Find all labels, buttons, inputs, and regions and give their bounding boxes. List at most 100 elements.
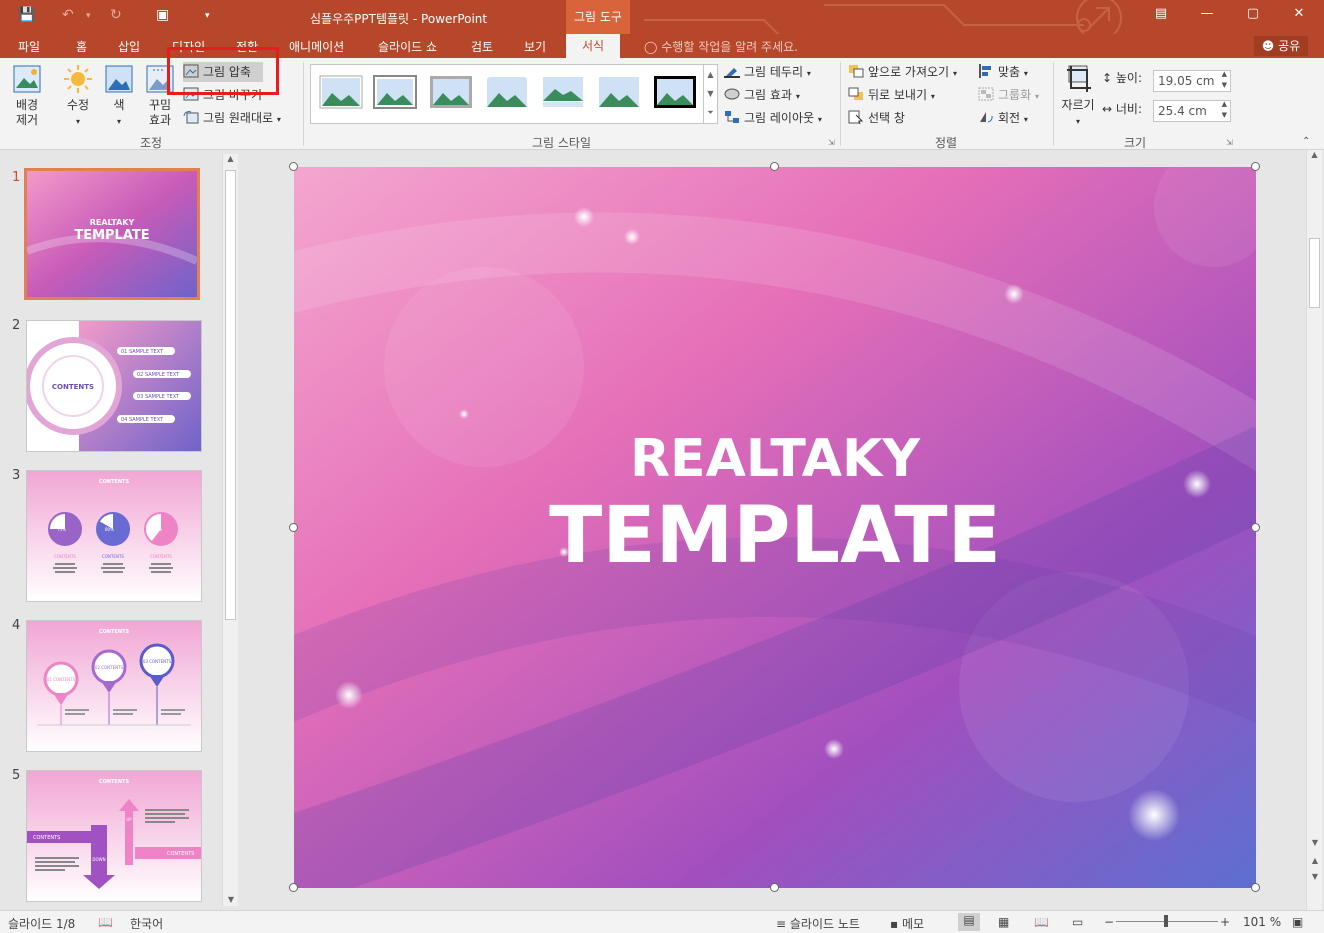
dialog-launcher-icon[interactable]: ⇲ — [1226, 138, 1233, 147]
zoom-in-button[interactable]: + — [1220, 915, 1230, 929]
style-thumb-3[interactable] — [429, 75, 473, 109]
resize-handle[interactable] — [770, 162, 779, 171]
scroll-thumb[interactable] — [1309, 238, 1320, 308]
next-slide-icon[interactable]: ▼ — [1307, 872, 1323, 881]
language[interactable]: 한국어 — [130, 915, 163, 932]
gallery-scroll[interactable]: ▲ ▼ ⏷ — [703, 65, 717, 123]
rotate-button[interactable]: 회전 ▾ — [978, 108, 1028, 128]
picture-effects-button[interactable]: 그림 효과 ▾ — [724, 85, 800, 105]
bring-forward-button[interactable]: 앞으로 가져오기 ▾ — [848, 62, 957, 82]
resize-handle[interactable] — [1251, 883, 1260, 892]
style-thumb-5[interactable] — [541, 75, 585, 109]
tab-home[interactable]: 홈 — [76, 38, 87, 55]
resize-handle[interactable] — [289, 523, 298, 532]
group-button[interactable]: 그룹화 ▾ — [978, 85, 1039, 105]
slideshow-view-icon[interactable]: ▭ — [1072, 915, 1083, 929]
editor-scrollbar[interactable]: ▲ ▼ ▲ ▼ — [1306, 150, 1322, 910]
scroll-down-icon[interactable]: ▼ — [1307, 838, 1323, 847]
height-input[interactable]: 19.05 cm ▲ ▼ — [1153, 70, 1231, 92]
spelling-icon[interactable]: 📖 — [98, 915, 113, 929]
scroll-thumb[interactable] — [225, 170, 236, 620]
resize-handle[interactable] — [1251, 162, 1260, 171]
style-thumb-6[interactable] — [597, 75, 641, 109]
crop-button[interactable]: 자르기 ▾ — [1058, 64, 1098, 129]
style-thumb-2[interactable] — [373, 75, 417, 109]
tell-me-search[interactable]: ◯ 수행할 작업을 알려 주세요. — [644, 38, 798, 55]
corrections-button[interactable]: 수정 ▾ — [58, 64, 98, 129]
crop-icon — [1067, 65, 1091, 92]
align-button[interactable]: 맞춤 ▾ — [978, 62, 1028, 82]
selection-pane-button[interactable]: 선택 창 — [848, 108, 905, 128]
window-title: 심플우주PPT템플릿 - PowerPoint — [310, 12, 488, 26]
minimize-button[interactable]: — — [1192, 6, 1222, 21]
comments-button[interactable]: ▪ 메모 — [890, 915, 924, 932]
slide-thumbnail-1[interactable]: REALTAKY TEMPLATE — [24, 168, 200, 300]
gallery-down-icon[interactable]: ▼ — [704, 84, 717, 103]
tab-file[interactable]: 파일 — [18, 38, 40, 55]
tab-review[interactable]: 검토 — [471, 38, 493, 55]
width-input[interactable]: 25.4 cm ▲ ▼ — [1153, 100, 1231, 122]
style-thumb-7[interactable] — [653, 75, 697, 109]
save-icon[interactable]: 💾 — [18, 7, 35, 23]
tab-slideshow[interactable]: 슬라이드 쇼 — [378, 38, 437, 55]
height-spinner-icon[interactable]: ▲ ▼ — [1222, 69, 1227, 91]
slide-thumbnail-5[interactable]: CONTENTS CONTENTS CONTENTS UP DOWN — [26, 770, 202, 902]
gallery-more-icon[interactable]: ⏷ — [704, 103, 717, 122]
chevron-down-icon: ▾ — [817, 115, 822, 124]
slide-number: 1 — [12, 170, 21, 185]
notes-button[interactable]: ≡ 슬라이드 노트 — [776, 915, 860, 932]
zoom-level[interactable]: 101 % — [1243, 915, 1281, 929]
resize-handle[interactable] — [770, 883, 779, 892]
remove-background-button[interactable]: 배경 제거 — [8, 64, 46, 128]
send-backward-button[interactable]: 뒤로 보내기 ▾ — [848, 85, 935, 105]
undo-icon[interactable]: ↶ — [62, 7, 74, 23]
undo-dropdown-icon[interactable]: ▾ — [86, 11, 91, 21]
gallery-up-icon[interactable]: ▲ — [704, 65, 717, 84]
bring-forward-icon — [849, 65, 864, 78]
reset-picture-button[interactable]: 그림 원래대로 ▾ — [183, 108, 281, 128]
slide-title-line1: REALTAKY — [630, 429, 921, 489]
reading-view-icon[interactable]: 📖 — [1034, 915, 1049, 929]
fit-to-window-icon[interactable]: ▣ — [1292, 915, 1303, 929]
slide-thumbnail-3[interactable]: CONTENTS 75% 80% 60% CONTENTS CONTENTS C… — [26, 470, 202, 602]
customize-toolbar-icon[interactable]: ▾ — [205, 11, 210, 21]
collapse-ribbon-icon[interactable]: ⌃ — [1302, 136, 1310, 147]
resize-handle[interactable] — [289, 883, 298, 892]
maximize-button[interactable]: ▢ — [1238, 6, 1268, 21]
color-button[interactable]: 색 ▾ — [102, 64, 136, 129]
width-spinner-icon[interactable]: ▲ ▼ — [1222, 99, 1227, 121]
tab-insert[interactable]: 삽입 — [118, 38, 140, 55]
chevron-down-icon: ▾ — [806, 69, 811, 78]
slide-background: REALTAKY TEMPLATE — [294, 167, 1256, 888]
picture-layout-button[interactable]: 그림 레이아웃 ▾ — [724, 108, 822, 128]
slide-thumbnail-4[interactable]: CONTENTS 01 CONTENTS 02 CONTENTS 03 CONT… — [26, 620, 202, 752]
thumb-2-item: 03 SAMPLE TEXT — [137, 394, 180, 400]
slide-sorter-icon[interactable]: ▦ — [998, 915, 1009, 929]
scroll-down-icon[interactable]: ▼ — [223, 895, 239, 904]
share-button[interactable]: ☻ 공유 — [1254, 36, 1308, 56]
slide-thumbnail-2[interactable]: CONTENTS 01 SAMPLE TEXT 02 SAMPLE TEXT 0… — [26, 320, 202, 452]
picture-border-button[interactable]: 그림 테두리 ▾ — [724, 62, 811, 82]
start-slideshow-icon[interactable]: ▣ — [156, 7, 169, 23]
style-thumb-4[interactable] — [485, 75, 529, 109]
tab-format[interactable]: 서식 — [566, 34, 621, 58]
style-thumb-1[interactable] — [319, 75, 363, 109]
resize-handle[interactable] — [1251, 523, 1260, 532]
zoom-slider-thumb[interactable] — [1164, 915, 1168, 927]
normal-view-icon[interactable]: ▤ — [958, 913, 980, 931]
scroll-up-icon[interactable]: ▲ — [1307, 150, 1322, 159]
tab-view[interactable]: 보기 — [524, 38, 546, 55]
main-slide-picture[interactable]: REALTAKY TEMPLATE — [294, 167, 1256, 888]
zoom-out-button[interactable]: − — [1104, 915, 1114, 929]
close-button[interactable]: ✕ — [1284, 6, 1314, 21]
previous-slide-icon[interactable]: ▲ — [1307, 856, 1323, 865]
resize-handle[interactable] — [289, 162, 298, 171]
title-bar: 💾 ↶ ▾ ↻ ▣ ▾ 심플우주PPT템플릿 - PowerPoint 그림 도… — [0, 0, 1324, 34]
redo-icon[interactable]: ↻ — [110, 7, 122, 23]
ribbon-display-icon[interactable]: ▤ — [1146, 6, 1176, 21]
thumbnail-scrollbar[interactable]: ▲ ▼ — [222, 154, 238, 906]
thumb-4-title: CONTENTS — [99, 629, 130, 635]
tab-animations[interactable]: 애니메이션 — [289, 38, 344, 55]
dialog-launcher-icon[interactable]: ⇲ — [828, 138, 835, 147]
scroll-up-icon[interactable]: ▲ — [223, 154, 238, 163]
